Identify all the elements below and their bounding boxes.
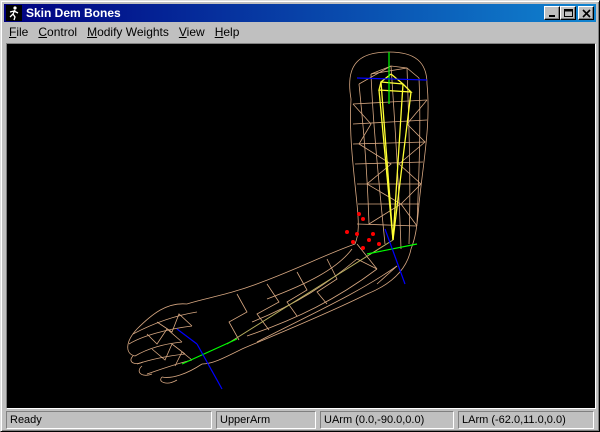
- title-bar[interactable]: Skin Dem Bones: [4, 4, 596, 22]
- menu-control[interactable]: Control: [33, 23, 82, 42]
- selected-vertices[interactable]: [345, 212, 381, 250]
- window-title: Skin Dem Bones: [26, 6, 121, 20]
- window-controls: [544, 6, 594, 20]
- menu-modify-weights-accel: M: [87, 25, 98, 39]
- bone-skeleton[interactable]: [226, 73, 413, 345]
- hand-mesh[interactable]: [127, 303, 203, 384]
- menu-help[interactable]: Help: [210, 23, 245, 42]
- status-bone: UpperArm: [216, 411, 316, 429]
- menu-control-accel: C: [38, 25, 48, 39]
- menu-bar: File Control Modify Weights View Help: [4, 23, 596, 42]
- maximize-button[interactable]: [560, 6, 576, 20]
- status-larm: LArm (-62.0,11.0,0.0): [458, 411, 594, 429]
- status-uarm: UArm (0.0,-90.0,0.0): [320, 411, 454, 429]
- viewport-canvas[interactable]: [7, 44, 595, 408]
- stick-figure-icon[interactable]: [6, 5, 22, 21]
- menu-help-label: elp: [223, 25, 240, 39]
- minimize-icon: [549, 15, 555, 17]
- status-message: Ready: [6, 411, 212, 429]
- wrist-joint-axes[interactable]: [176, 328, 238, 390]
- close-icon: [582, 9, 591, 18]
- minimize-button[interactable]: [544, 6, 560, 20]
- menu-view[interactable]: View: [174, 23, 210, 42]
- menu-control-label: ontrol: [47, 25, 78, 39]
- close-button[interactable]: [578, 6, 594, 20]
- menu-view-label: iew: [186, 25, 205, 39]
- maximize-icon: [564, 9, 573, 17]
- 3d-viewport[interactable]: [6, 43, 596, 409]
- status-bar: Ready UpperArm UArm (0.0,-90.0,0.0) LArm…: [4, 411, 596, 429]
- menu-modify-weights-label: odify Weights: [97, 25, 169, 39]
- menu-file-label: ile: [16, 25, 29, 39]
- app-window: Skin Dem Bones File Control Modify Weigh…: [0, 0, 600, 432]
- menu-file[interactable]: File: [4, 23, 33, 42]
- menu-view-accel: V: [178, 25, 187, 39]
- menu-modify-weights[interactable]: Modify Weights: [82, 23, 174, 42]
